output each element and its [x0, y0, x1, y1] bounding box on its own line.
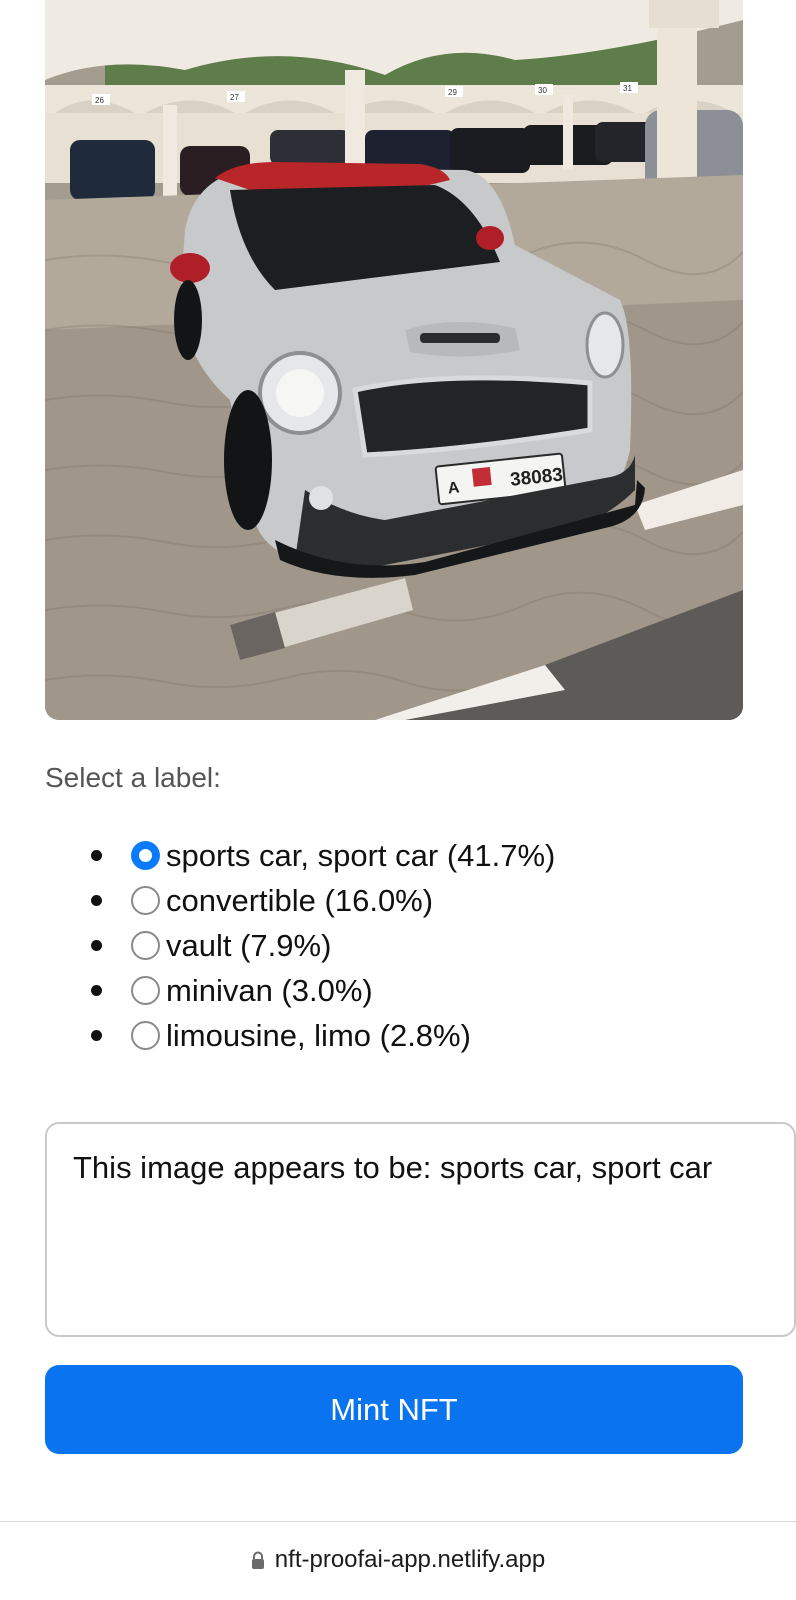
- mint-nft-button[interactable]: Mint NFT: [45, 1365, 743, 1454]
- car-photo: 26 27 29 30 31 A 38083: [45, 0, 743, 720]
- radio-button[interactable]: [131, 976, 160, 1005]
- label-option[interactable]: limousine, limo (2.8%): [88, 1013, 555, 1058]
- label-option[interactable]: convertible (16.0%): [88, 878, 555, 923]
- svg-text:29: 29: [448, 88, 457, 97]
- label-option-text: convertible (16.0%): [166, 882, 434, 918]
- label-option[interactable]: minivan (3.0%): [88, 968, 555, 1013]
- car-photo-illustration: 26 27 29 30 31 A 38083: [45, 0, 743, 720]
- url-bar-divider: [0, 1521, 796, 1522]
- radio-button[interactable]: [131, 886, 160, 915]
- label-option-text: minivan (3.0%): [166, 972, 373, 1008]
- lock-icon: [251, 1551, 264, 1569]
- radio-button[interactable]: [131, 1021, 160, 1050]
- browser-url-bar[interactable]: nft-proofai-app.netlify.app: [0, 1540, 796, 1580]
- svg-text:31: 31: [623, 84, 632, 93]
- svg-text:27: 27: [230, 93, 239, 102]
- result-textarea[interactable]: This image appears to be: sports car, sp…: [45, 1122, 796, 1337]
- label-option-text: vault (7.9%): [166, 927, 332, 963]
- bullet-icon: [91, 940, 102, 951]
- svg-text:A: A: [447, 479, 461, 497]
- select-label-prompt: Select a label:: [45, 762, 221, 793]
- label-option-text: sports car, sport car (41.7%): [166, 837, 556, 873]
- radio-button[interactable]: [131, 841, 160, 870]
- bullet-icon: [91, 1030, 102, 1041]
- label-option[interactable]: vault (7.9%): [88, 923, 555, 968]
- svg-text:26: 26: [95, 96, 104, 105]
- bullet-icon: [91, 850, 102, 861]
- page: 26 27 29 30 31 A 38083 Select a label: s…: [0, 0, 796, 1600]
- url-text: nft-proofai-app.netlify.app: [274, 1546, 546, 1573]
- label-option-text: limousine, limo (2.8%): [166, 1017, 471, 1053]
- radio-button[interactable]: [131, 931, 160, 960]
- bullet-icon: [91, 985, 102, 996]
- bullet-icon: [91, 895, 102, 906]
- label-options-list: sports car, sport car (41.7%) convertibl…: [88, 833, 555, 1058]
- label-option[interactable]: sports car, sport car (41.7%): [88, 833, 555, 878]
- svg-text:30: 30: [538, 86, 547, 95]
